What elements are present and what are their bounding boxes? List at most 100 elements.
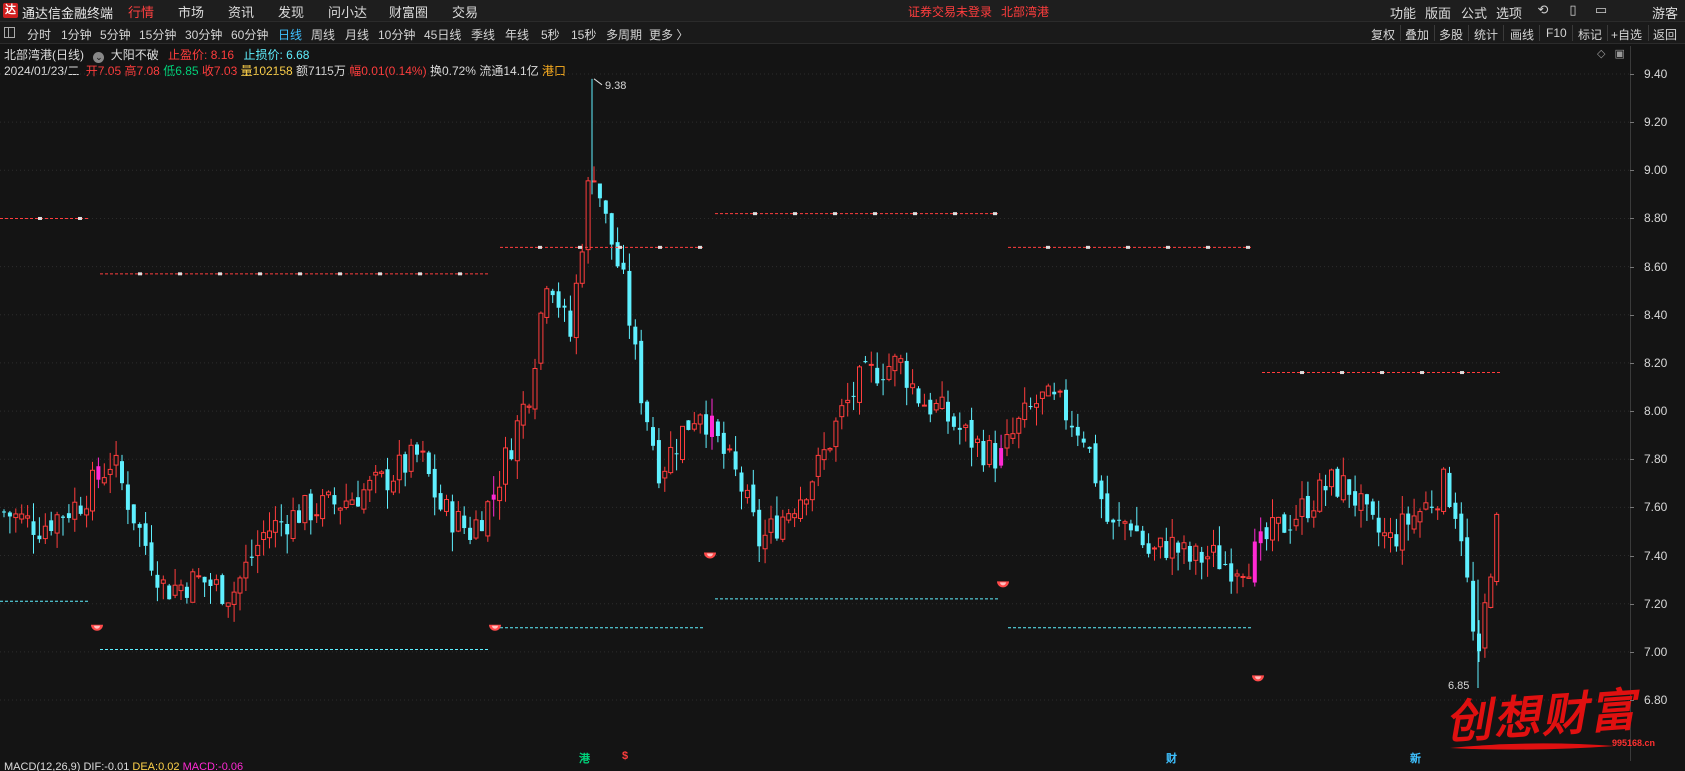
price-tick-label: 7.80 xyxy=(1644,452,1668,467)
event-marker[interactable]: $ xyxy=(622,750,628,762)
candle-body xyxy=(691,423,697,430)
candle-body xyxy=(1010,433,1016,439)
period-30min[interactable]: 30分钟 xyxy=(185,26,222,43)
period-weekly[interactable]: 周线 xyxy=(311,26,335,43)
candle-body xyxy=(1335,468,1340,497)
menu-formula[interactable]: 公式 xyxy=(1461,3,1487,22)
tool-statistics[interactable]: 统计 xyxy=(1474,26,1498,43)
candle-body xyxy=(1140,530,1145,546)
period-yearly[interactable]: 年线 xyxy=(505,26,529,43)
candlestick-chart[interactable]: 9.386.85 xyxy=(0,44,1630,761)
tool-multi-stock[interactable]: 多股 xyxy=(1439,26,1463,43)
guest-user[interactable]: 游客 xyxy=(1652,3,1678,22)
period-timeshare[interactable]: 分时 xyxy=(27,26,51,43)
period-quarterly[interactable]: 季线 xyxy=(471,26,495,43)
period-5sec[interactable]: 5秒 xyxy=(541,26,560,43)
macd-info-row: MACD(12,26,9) DIF:-0.01 DEA:0.02 MACD:-0… xyxy=(4,761,243,771)
candle-body xyxy=(37,535,42,540)
menu-layout[interactable]: 版面 xyxy=(1425,3,1451,22)
event-marker[interactable]: 财 xyxy=(1166,750,1177,766)
candle-body xyxy=(438,493,443,510)
event-marker[interactable]: 港 xyxy=(579,750,590,766)
take-profit-dot xyxy=(338,272,342,276)
high-marker-label: 9.38 xyxy=(605,80,626,92)
candle-body xyxy=(491,494,496,500)
period-1min[interactable]: 1分钟 xyxy=(61,26,92,43)
candle-body xyxy=(149,542,154,571)
period-more-dropdown[interactable]: 更多 〉 xyxy=(649,26,688,43)
candle-body xyxy=(1258,531,1263,544)
take-profit-dot xyxy=(1300,371,1304,375)
candle-body xyxy=(875,367,880,384)
take-profit-dot xyxy=(1086,245,1090,249)
candle-body xyxy=(1117,519,1122,521)
tool-draw-line[interactable]: 画线 xyxy=(1510,26,1534,43)
candle-body xyxy=(1211,544,1216,553)
login-status[interactable]: 证券交易未登录 xyxy=(908,3,992,20)
toolbar-divider xyxy=(1572,25,1573,41)
candle-body xyxy=(674,453,679,455)
candle-body xyxy=(1347,479,1352,495)
menu-ask-xiaoda[interactable]: 问小达 xyxy=(328,2,367,21)
period-45day[interactable]: 45日线 xyxy=(424,26,461,43)
minimize-icon[interactable]: ▭ xyxy=(1594,2,1608,18)
take-profit-dot xyxy=(1126,245,1130,249)
candle-body xyxy=(225,602,231,607)
candle-body xyxy=(7,512,12,517)
candle-body xyxy=(1193,545,1199,561)
candle-body xyxy=(167,585,172,600)
candle-body xyxy=(462,515,467,529)
candle-body xyxy=(1376,517,1381,533)
menu-market[interactable]: 市场 xyxy=(178,2,204,21)
candle-body xyxy=(792,513,798,519)
period-multi[interactable]: 多周期 xyxy=(606,26,642,43)
period-10min[interactable]: 10分钟 xyxy=(378,26,415,43)
period-60min[interactable]: 60分钟 xyxy=(231,26,268,43)
candle-body xyxy=(1099,480,1104,500)
take-profit-dot xyxy=(1420,371,1424,375)
period-15sec[interactable]: 15秒 xyxy=(571,26,596,43)
period-monthly[interactable]: 月线 xyxy=(345,26,369,43)
tool-add-watchlist[interactable]: +自选 xyxy=(1611,26,1642,43)
candle-body xyxy=(1217,545,1222,570)
period-5min[interactable]: 5分钟 xyxy=(100,26,131,43)
tool-mark[interactable]: 标记 xyxy=(1578,26,1602,43)
candle-body xyxy=(1394,534,1399,547)
menu-trade[interactable]: 交易 xyxy=(452,2,478,21)
candle-body xyxy=(343,500,349,508)
candle-body xyxy=(1494,513,1500,583)
candle-body xyxy=(279,521,284,523)
tool-adjust[interactable]: 复权 xyxy=(1371,26,1395,43)
sidebar-toggle-icon[interactable] xyxy=(4,27,15,38)
period-daily[interactable]: 日线 xyxy=(278,26,302,43)
candle-body xyxy=(1399,513,1405,551)
candle-body xyxy=(137,524,142,528)
menu-wealth-circle[interactable]: 财富圈 xyxy=(389,2,428,21)
candle-body xyxy=(231,591,237,605)
candle-body xyxy=(367,479,373,491)
event-marker[interactable]: 新 xyxy=(1410,750,1421,766)
candle-body xyxy=(1293,518,1299,527)
candle-body xyxy=(1176,542,1181,553)
menu-market-quotes[interactable]: 行情 xyxy=(128,2,154,21)
candle-body xyxy=(1122,521,1128,524)
take-profit-dot xyxy=(38,216,42,220)
candle-body xyxy=(509,450,514,460)
period-15min[interactable]: 15分钟 xyxy=(139,26,176,43)
menu-options[interactable]: 选项 xyxy=(1496,3,1522,22)
menu-discover[interactable]: 发现 xyxy=(278,2,304,21)
tool-back[interactable]: 返回 xyxy=(1653,26,1677,43)
candle-body xyxy=(172,584,178,596)
tool-f10[interactable]: F10 xyxy=(1546,26,1567,40)
macd-dea-value: 0.02 xyxy=(158,761,180,771)
candle-body xyxy=(538,312,544,364)
menu-news[interactable]: 资讯 xyxy=(228,2,254,21)
watermark-swoosh-icon xyxy=(1450,743,1615,750)
phone-icon[interactable]: ▯ xyxy=(1566,2,1580,18)
menu-function[interactable]: 功能 xyxy=(1390,3,1416,22)
tool-overlay[interactable]: 叠加 xyxy=(1405,26,1429,43)
refresh-icon[interactable]: ⟲ xyxy=(1536,2,1550,18)
candle-body xyxy=(868,363,874,366)
candle-body xyxy=(739,472,744,492)
candle-body xyxy=(556,291,561,308)
